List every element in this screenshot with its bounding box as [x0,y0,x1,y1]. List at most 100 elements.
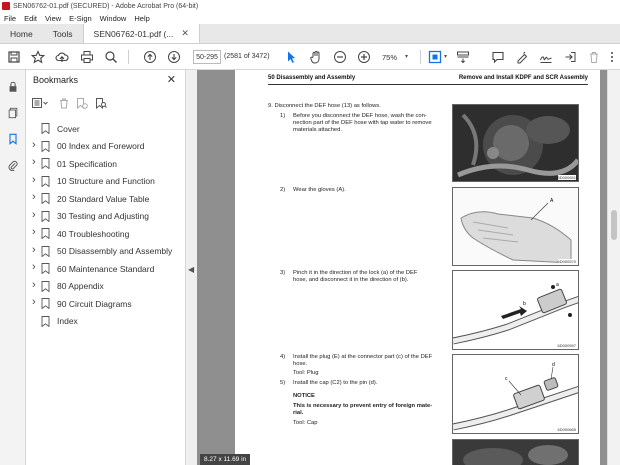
substep-2-text: Wear the gloves (A). [293,187,346,193]
bookmark-ribbon-icon [41,298,50,311]
bookmark-item[interactable]: › 90 Circuit Diagrams [26,295,186,313]
share-link-icon[interactable] [562,49,578,65]
lock-icon[interactable] [5,79,21,95]
close-panel-icon[interactable]: ✕ [167,73,176,86]
substep-4-tool: Tool: Plug [293,370,319,376]
window-title: SEN06762-01.pdf (SECURED) - Adobe Acroba… [13,2,199,10]
toolbar-divider [128,50,129,64]
expand-chevron-icon[interactable]: › [32,279,36,291]
bookmark-item[interactable]: › 20 Standard Value Table [26,190,186,208]
bookmark-label: Cover [57,123,80,134]
acrobat-logo-icon [2,2,10,10]
expand-chevron-icon[interactable]: › [32,156,36,168]
bookmark-panel-icon[interactable] [5,131,21,147]
delete-icon[interactable] [586,49,602,65]
bookmark-item[interactable]: › 50 Disassembly and Assembly [26,243,186,261]
figure-code: 6D000651 [557,175,576,180]
scroll-mode-icon[interactable] [455,49,471,65]
bookmark-label: 20 Standard Value Table [57,193,150,204]
cloud-upload-icon[interactable] [54,49,70,65]
figure-def-hose: 6D000651 [452,104,579,182]
more-tools-icon[interactable] [604,49,620,65]
navigation-rail [0,70,26,465]
comment-icon[interactable] [490,49,506,65]
step-9-text: 9. Disconnect the DEF hose (13) as follo… [268,103,381,109]
header-rule [268,84,588,85]
pdf-page: 50 Disassembly and Assembly Remove and I… [235,70,600,465]
bookmark-ribbon-icon [41,280,50,294]
tab-home[interactable]: Home [0,24,43,43]
page-header-right: Remove and Install KDPF and SCR Assembly [458,75,588,81]
document-viewport[interactable]: 50 Disassembly and Assembly Remove and I… [197,70,607,465]
save-icon[interactable] [6,49,22,65]
bookmark-item[interactable]: › 80 Appendix [26,278,186,296]
zoom-level[interactable]: 75% [382,53,397,62]
figure-code: 6D000570 [557,259,576,264]
bookmark-item[interactable]: › 01 Specification [26,155,186,173]
substep-4-line-1: Install the plug (E) at the connector pa… [293,354,433,360]
menu-window[interactable]: Window [100,14,127,23]
pages-thumbnails-icon[interactable] [5,105,21,121]
vertical-scrollbar[interactable] [607,70,620,465]
bookmark-options-icon[interactable] [32,98,48,108]
bookmark-label: 50 Disassembly and Assembly [57,246,173,257]
substep-4-line-2: hose. [293,361,308,367]
zoom-out-icon[interactable] [332,49,348,65]
expand-chevron-icon[interactable]: › [32,296,36,308]
menu-view[interactable]: View [45,14,61,23]
zoom-dropdown-icon[interactable]: ▾ [405,53,408,60]
next-page-icon[interactable] [166,49,182,65]
bookmark-item[interactable]: Index [26,313,186,331]
substep-4-number: 4) [280,354,286,360]
substep-5-text: Install the cap (C2) to the pin (d). [293,380,378,386]
star-icon[interactable] [30,49,46,65]
menu-help[interactable]: Help [134,14,149,23]
tab-bar: Home Tools SEN06762-01.pdf (... ✕ [0,24,620,44]
bookmark-item[interactable]: › 40 Troubleshooting [26,225,186,243]
tab-tools[interactable]: Tools [43,24,83,43]
figure-plug-cap: c d 6D000665 [452,354,579,434]
bookmark-item[interactable]: › 00 Index and Foreword [26,138,186,156]
expand-chevron-icon[interactable]: › [32,261,36,273]
bookmark-ribbon-icon [41,158,50,171]
tab-document[interactable]: SEN06762-01.pdf (... ✕ [82,24,200,43]
expand-chevron-icon[interactable]: › [32,174,36,186]
highlight-pen-icon[interactable] [514,49,530,65]
bookmark-item[interactable]: › 10 Structure and Function [26,173,186,191]
search-icon[interactable] [103,49,119,65]
collapse-panel-icon[interactable]: ◀ [188,265,194,274]
expand-chevron-icon[interactable]: › [32,139,36,151]
print-icon[interactable] [79,49,95,65]
menu-esign[interactable]: E-Sign [69,14,92,23]
close-tab-icon[interactable]: ✕ [181,28,189,39]
attachment-paperclip-icon[interactable] [5,157,21,173]
hand-tool-icon[interactable] [308,49,324,65]
expand-chevron-icon[interactable]: › [32,209,36,221]
previous-page-icon[interactable] [142,49,158,65]
bookmarks-panel: Bookmarks ✕ Cover › 00 Index and Foreword ›… [26,70,186,465]
figure-next-partial [452,439,579,465]
new-bookmark-icon[interactable] [76,97,88,109]
menu-file[interactable]: File [4,14,16,23]
menu-edit[interactable]: Edit [24,14,37,23]
search-bookmark-icon[interactable] [95,97,107,109]
substep-2-number: 2) [280,187,286,193]
fit-dropdown-icon[interactable]: ▾ [444,53,447,60]
zoom-in-icon[interactable] [356,49,372,65]
scrollbar-thumb[interactable] [611,210,617,240]
menu-bar: File Edit View E-Sign Window Help [0,12,620,24]
bookmark-label: 80 Appendix [57,281,104,292]
fit-page-icon[interactable] [427,49,443,65]
page-number-input[interactable]: 50-295 [193,50,221,64]
expand-chevron-icon[interactable]: › [32,226,36,238]
figure-label-d: d [552,362,555,368]
bookmark-item[interactable]: › 30 Testing and Adjusting [26,208,186,226]
select-cursor-icon[interactable] [283,49,299,65]
expand-chevron-icon[interactable]: › [32,191,36,203]
bookmark-ribbon-icon [41,175,50,189]
delete-bookmark-icon[interactable] [59,98,69,109]
bookmark-item[interactable]: Cover [26,120,186,138]
bookmark-item[interactable]: › 60 Maintenance Standard [26,260,186,278]
expand-chevron-icon[interactable]: › [32,244,36,256]
signature-icon[interactable] [538,49,554,65]
